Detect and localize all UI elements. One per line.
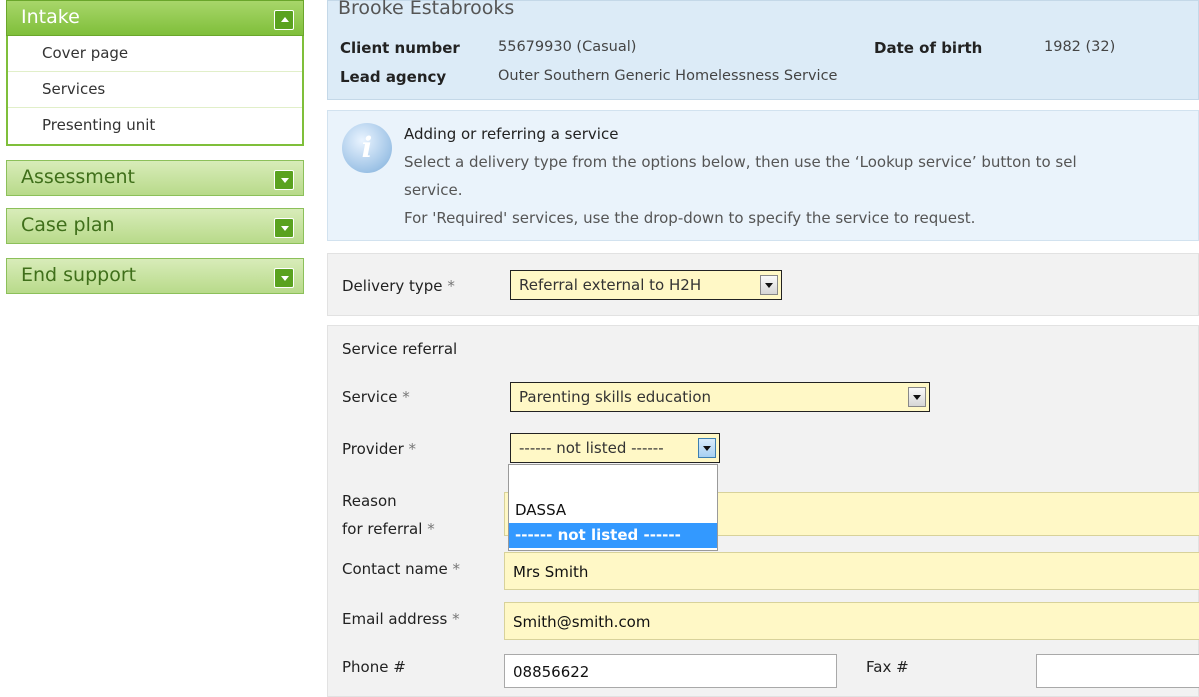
info-panel: i Adding or referring a service Select a… [327,110,1199,241]
dob-label: Date of birth [874,39,983,57]
info-line-1: Select a delivery type from the options … [404,153,1077,171]
required-marker: * [452,560,460,578]
required-marker: * [427,520,435,538]
info-line-2: service. [404,181,463,199]
nav-case-plan-label: Case plan [21,214,115,236]
client-number-label: Client number [340,39,460,57]
chevron-down-icon[interactable] [274,218,294,238]
sidebar-item-services[interactable]: Services [8,72,302,108]
reason-label-line-1: Reason [342,492,397,510]
service-referral-panel: Service referral Service * Parenting ski… [327,325,1199,697]
nav-intake[interactable]: Intake [6,0,304,36]
email-label: Email address * [342,610,460,628]
delivery-type-label: Delivery type * [342,277,455,295]
provider-dropdown-list: DASSA ------ not listed ------ [508,464,718,551]
provider-option-dassa[interactable]: DASSA [509,498,717,523]
client-name: Brooke Estabrooks [338,0,515,19]
contact-name-label-text: Contact name [342,560,448,578]
chevron-down-icon[interactable] [274,268,294,288]
dob-value: 1982 (32) [1044,39,1116,55]
fax-input[interactable] [1036,654,1199,688]
nav-case-plan[interactable]: Case plan [6,208,304,244]
required-marker: * [408,440,417,458]
intake-subitems: Cover page Services Presenting unit [6,36,304,146]
delivery-type-label-text: Delivery type [342,277,443,295]
delivery-type-select[interactable]: Referral external to H2H [510,270,782,300]
sidebar-item-presenting-unit[interactable]: Presenting unit [8,108,302,144]
delivery-type-panel: Delivery type * Referral external to H2H [327,253,1199,316]
required-marker: * [452,610,460,628]
nav-end-support[interactable]: End support [6,258,304,294]
provider-value: ------ not listed ------ [519,439,664,457]
reason-label-line-2: for referral [342,520,423,538]
service-select[interactable]: Parenting skills education [510,382,930,412]
chevron-down-icon[interactable] [760,275,778,295]
client-summary: Brooke Estabrooks Client number 55679930… [327,0,1199,100]
provider-option-blank[interactable] [509,471,717,496]
client-number-value: 55679930 (Casual) [498,39,637,55]
provider-select[interactable]: ------ not listed ------ [510,433,720,463]
required-marker: * [402,388,410,406]
provider-option-not-listed[interactable]: ------ not listed ------ [509,523,717,548]
service-label: Service * [342,388,410,406]
sidebar-item-cover-page[interactable]: Cover page [8,36,302,72]
chevron-down-icon[interactable] [908,387,926,407]
nav-assessment-label: Assessment [21,166,135,188]
lead-agency-label: Lead agency [340,68,447,86]
lead-agency-value: Outer Southern Generic Homelessness Serv… [498,68,838,84]
delivery-type-value: Referral external to H2H [519,276,702,294]
email-label-text: Email address [342,610,448,628]
chevron-down-icon[interactable] [274,170,294,190]
nav-end-support-label: End support [21,264,137,286]
contact-name-input[interactable]: Mrs Smith [504,552,1199,590]
provider-label: Provider * [342,440,416,458]
email-input[interactable]: Smith@smith.com [504,602,1199,640]
phone-label: Phone # [342,658,406,676]
service-value: Parenting skills education [519,388,711,406]
info-title: Adding or referring a service [404,125,619,143]
contact-name-label: Contact name * [342,560,460,578]
phone-input[interactable]: 08856622 [504,654,837,688]
chevron-up-icon[interactable] [274,10,294,30]
reason-label: Reason for referral * [342,487,435,543]
chevron-down-icon[interactable] [698,438,716,458]
service-label-text: Service [342,388,398,406]
fax-label: Fax # [866,658,909,676]
nav-assessment[interactable]: Assessment [6,160,304,196]
nav-intake-label: Intake [21,6,80,28]
provider-label-text: Provider [342,440,404,458]
required-marker: * [447,277,455,295]
info-icon: i [342,123,392,173]
service-referral-title: Service referral [342,340,458,358]
info-line-3: For 'Required' services, use the drop-do… [404,209,976,227]
